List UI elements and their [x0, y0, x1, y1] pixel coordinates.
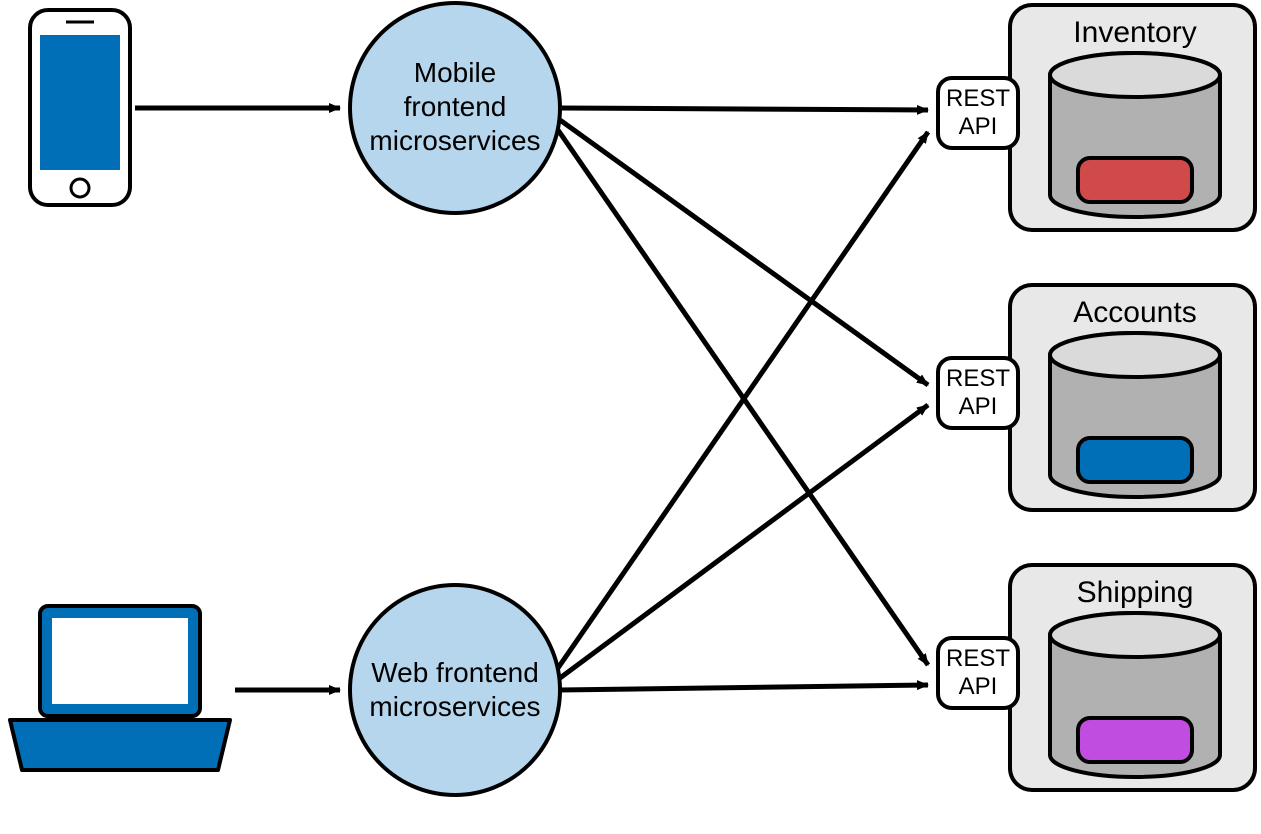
arrow-mobile-to-inventory [560, 108, 928, 110]
web-frontend-label-2: microservices [369, 691, 540, 722]
shipping-database-icon [1050, 613, 1220, 777]
shipping-rest-label-1: REST [946, 645, 1010, 672]
inventory-service: Inventory REST API [938, 5, 1255, 230]
accounts-service: Accounts REST API [938, 285, 1255, 510]
shipping-title: Shipping [1077, 576, 1194, 609]
arrow-web-to-accounts [560, 405, 928, 678]
mobile-frontend-label-2: frontend [404, 91, 507, 122]
inventory-rest-label-1: REST [946, 85, 1010, 112]
mobile-frontend-label-3: microservices [369, 125, 540, 156]
laptop-icon [10, 606, 230, 770]
arrows [135, 108, 928, 690]
arrow-web-to-shipping [560, 685, 928, 690]
accounts-title: Accounts [1073, 296, 1196, 329]
architecture-diagram: Mobile frontend microservices Web fronte… [0, 0, 1261, 834]
web-frontend-label-1: Web frontend [371, 657, 539, 688]
mobile-frontend-label-1: Mobile [414, 57, 496, 88]
shipping-rest-label-2: API [959, 673, 998, 700]
accounts-rest-api-badge: REST API [938, 358, 1018, 428]
phone-icon [30, 10, 130, 205]
accounts-rest-label-2: API [959, 393, 998, 420]
mobile-frontend-node: Mobile frontend microservices [350, 3, 560, 213]
inventory-title: Inventory [1073, 16, 1196, 49]
inventory-database-icon [1050, 53, 1220, 217]
accounts-database-icon [1050, 333, 1220, 497]
inventory-rest-label-2: API [959, 113, 998, 140]
arrow-mobile-to-accounts [560, 120, 928, 385]
inventory-rest-api-badge: REST API [938, 78, 1018, 148]
web-frontend-node: Web frontend microservices [350, 585, 560, 795]
shipping-rest-api-badge: REST API [938, 638, 1018, 708]
shipping-service: Shipping REST API [938, 565, 1255, 790]
accounts-rest-label-1: REST [946, 365, 1010, 392]
